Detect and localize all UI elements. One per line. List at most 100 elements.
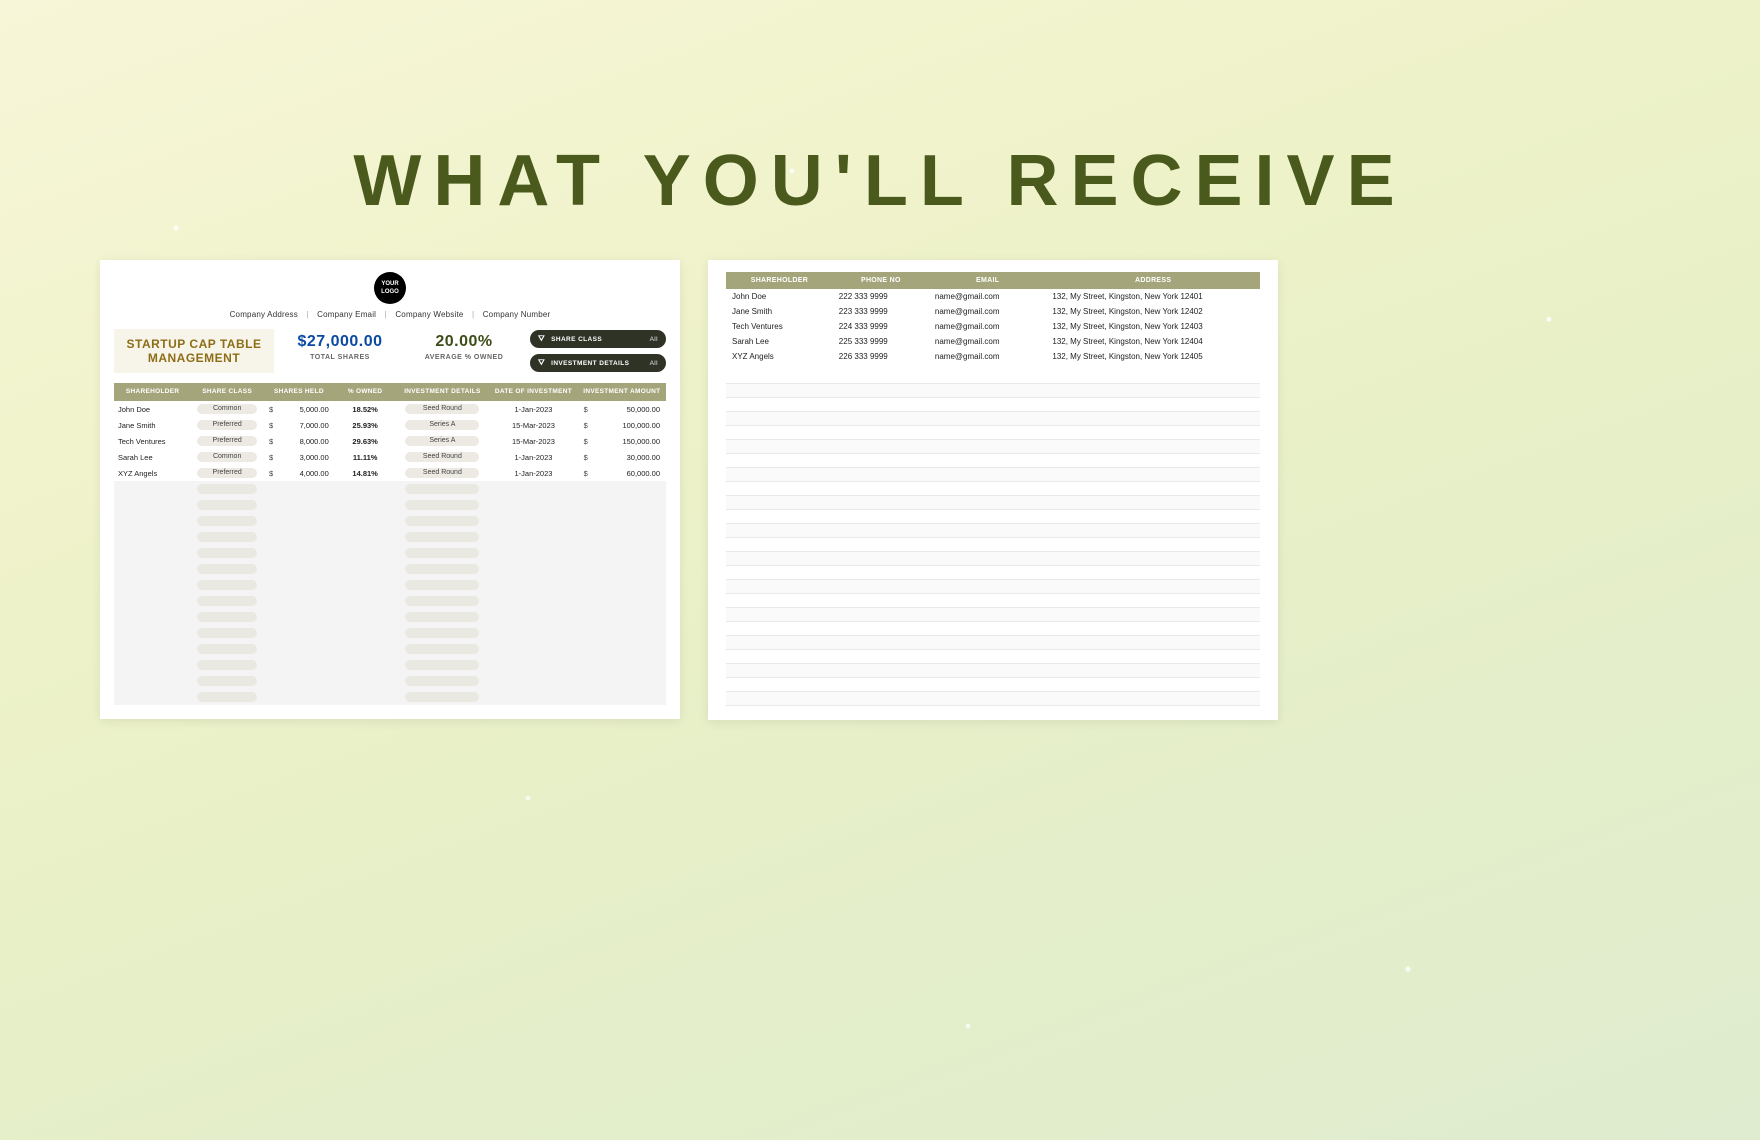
table-row-empty xyxy=(114,609,666,625)
empty-line xyxy=(726,370,1260,384)
cell-date: 1-Jan-2023 xyxy=(489,401,577,417)
table-row-empty xyxy=(114,673,666,689)
cell-pct-owned: 29.63% xyxy=(335,433,396,449)
table-row: Jane Smith223 333 9999name@gmail.com132,… xyxy=(726,304,1260,319)
cell-investment-details: Series A xyxy=(395,417,489,433)
table-row-empty xyxy=(114,593,666,609)
empty-line xyxy=(726,580,1260,594)
cell-share-class: Preferred xyxy=(191,433,263,449)
empty-line xyxy=(726,468,1260,482)
cell-shares-held: $4,000.00 xyxy=(263,465,335,481)
col2-phone: PHONE NO xyxy=(833,272,929,289)
cell-address: 132, My Street, Kingston, New York 12403 xyxy=(1046,319,1260,334)
cell-shareholder: Tech Ventures xyxy=(114,433,191,449)
cell-date: 1-Jan-2023 xyxy=(489,449,577,465)
table-row-empty xyxy=(114,497,666,513)
empty-line xyxy=(726,692,1260,706)
cell-amount: $100,000.00 xyxy=(578,417,666,433)
empty-line xyxy=(726,426,1260,440)
empty-line xyxy=(726,454,1260,468)
filter-investment-label: INVESTMENT DETAILS xyxy=(551,360,645,367)
col2-email: EMAIL xyxy=(929,272,1046,289)
cell-investment-details: Series A xyxy=(395,433,489,449)
table-row: Sarah Lee225 333 9999name@gmail.com132, … xyxy=(726,334,1260,349)
table-row: XYZ AngelsPreferred$4,000.0014.81%Seed R… xyxy=(114,465,666,481)
empty-line xyxy=(726,524,1260,538)
empty-line xyxy=(726,566,1260,580)
cap-table-preview-card: YOUR LOGO Company Address | Company Emai… xyxy=(100,260,680,719)
empty-line xyxy=(726,510,1260,524)
cell-shareholder: XYZ Angels xyxy=(726,349,833,364)
logo-text-1: YOUR xyxy=(381,281,398,287)
table-row: Tech VenturesPreferred$8,000.0029.63%Ser… xyxy=(114,433,666,449)
cell-date: 1-Jan-2023 xyxy=(489,465,577,481)
metric-total-shares: $27,000.00 TOTAL SHARES xyxy=(282,329,398,373)
filter-share-class-value: All xyxy=(650,336,658,343)
empty-line xyxy=(726,440,1260,454)
sheet-title: STARTUP CAP TABLE MANAGEMENT xyxy=(114,329,274,373)
company-number: Company Number xyxy=(483,310,551,319)
cell-shareholder: John Doe xyxy=(114,401,191,417)
table-row-empty xyxy=(114,689,666,705)
table-row: John DoeCommon$5,000.0018.52%Seed Round1… xyxy=(114,401,666,417)
empty-line xyxy=(726,636,1260,650)
table-row-empty xyxy=(114,529,666,545)
table-row-empty xyxy=(114,625,666,641)
logo-text-2: LOGO xyxy=(381,289,399,295)
cell-phone: 225 333 9999 xyxy=(833,334,929,349)
table-row-empty xyxy=(114,561,666,577)
col-share-class: SHARE CLASS xyxy=(191,383,263,401)
empty-line xyxy=(726,664,1260,678)
cell-date: 15-Mar-2023 xyxy=(489,433,577,449)
cell-amount: $50,000.00 xyxy=(578,401,666,417)
cell-amount: $60,000.00 xyxy=(578,465,666,481)
col-shareholder: SHAREHOLDER xyxy=(114,383,191,401)
cell-pct-owned: 25.93% xyxy=(335,417,396,433)
table-row: Sarah LeeCommon$3,000.0011.11%Seed Round… xyxy=(114,449,666,465)
cell-shares-held: $7,000.00 xyxy=(263,417,335,433)
cell-address: 132, My Street, Kingston, New York 12401 xyxy=(1046,289,1260,304)
filter-icon: ⛛ xyxy=(538,359,545,367)
cell-phone: 226 333 9999 xyxy=(833,349,929,364)
cell-email: name@gmail.com xyxy=(929,334,1046,349)
metric-total-shares-value: $27,000.00 xyxy=(286,333,394,351)
filter-investment-details[interactable]: ⛛ INVESTMENT DETAILS All xyxy=(530,354,666,372)
cell-email: name@gmail.com xyxy=(929,289,1046,304)
table-row: Jane SmithPreferred$7,000.0025.93%Series… xyxy=(114,417,666,433)
page-title: WHAT YOU'LL RECEIVE xyxy=(0,140,1760,222)
cell-shareholder: John Doe xyxy=(726,289,833,304)
empty-line xyxy=(726,594,1260,608)
empty-line xyxy=(726,482,1260,496)
cell-shareholder: Jane Smith xyxy=(726,304,833,319)
cell-address: 132, My Street, Kingston, New York 12405 xyxy=(1046,349,1260,364)
cell-shares-held: $3,000.00 xyxy=(263,449,335,465)
metric-avg-owned-value: 20.00% xyxy=(410,333,518,351)
cell-phone: 223 333 9999 xyxy=(833,304,929,319)
empty-line xyxy=(726,496,1260,510)
table-row: John Doe222 333 9999name@gmail.com132, M… xyxy=(726,289,1260,304)
table-row-empty xyxy=(114,481,666,497)
empty-rows-area xyxy=(726,370,1260,706)
cell-phone: 222 333 9999 xyxy=(833,289,929,304)
shareholder-details-preview-card: SHAREHOLDER PHONE NO EMAIL ADDRESS John … xyxy=(708,260,1278,720)
empty-line xyxy=(726,678,1260,692)
filter-share-class[interactable]: ⛛ SHARE CLASS All xyxy=(530,330,666,348)
col2-address: ADDRESS xyxy=(1046,272,1260,289)
col-pct-owned: % OWNED xyxy=(335,383,396,401)
company-info-line: Company Address | Company Email | Compan… xyxy=(114,310,666,319)
cell-shareholder: Tech Ventures xyxy=(726,319,833,334)
cell-phone: 224 333 9999 xyxy=(833,319,929,334)
empty-line xyxy=(726,608,1260,622)
empty-line xyxy=(726,650,1260,664)
cell-investment-details: Seed Round xyxy=(395,401,489,417)
contacts-table: SHAREHOLDER PHONE NO EMAIL ADDRESS John … xyxy=(726,272,1260,364)
empty-line xyxy=(726,398,1260,412)
cell-pct-owned: 11.11% xyxy=(335,449,396,465)
cell-shareholder: Sarah Lee xyxy=(114,449,191,465)
table-row-empty xyxy=(114,545,666,561)
empty-line xyxy=(726,412,1260,426)
col-amount: INVESTMENT AMOUNT xyxy=(578,383,666,401)
company-email: Company Email xyxy=(317,310,376,319)
cell-email: name@gmail.com xyxy=(929,349,1046,364)
table-row-empty xyxy=(114,513,666,529)
